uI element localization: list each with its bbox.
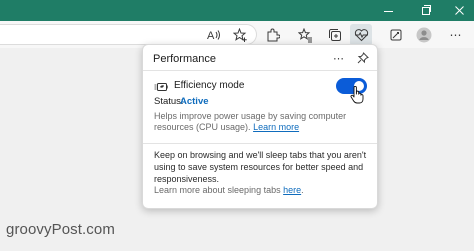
close-icon [454,6,464,15]
read-aloud-button[interactable]: A [203,24,225,46]
collections-button[interactable] [324,24,346,46]
more-options-icon: ⋯ [449,28,463,42]
minimize-icon [383,10,393,12]
more-options-icon: ⋯ [333,52,345,65]
sleeping-tabs-text: Keep on browsing and we'll sleep tabs th… [154,150,367,184]
extensions-icon [267,28,280,42]
efficiency-mode-label: Efficiency mode [174,80,245,91]
screenshot-button[interactable] [385,24,407,46]
pin-button[interactable] [355,50,371,66]
favorites-button[interactable] [294,24,316,46]
efficiency-help-text: Helps improve power usage by saving comp… [154,111,374,133]
sleeping-tabs-learn-suffix: . [301,185,304,195]
sleeping-tabs-learn-prefix: Learn more about sleeping tabs [154,185,281,195]
add-favorite-icon [232,27,247,42]
favorites-icon [297,27,312,42]
close-button[interactable] [442,0,474,21]
minimize-button[interactable] [371,0,405,21]
divider [143,70,377,71]
performance-heart-icon [354,29,368,42]
screenshot-icon [390,29,402,41]
profile-button[interactable] [413,24,435,46]
learn-more-link[interactable]: Learn more [253,122,299,132]
efficiency-battery-icon [154,83,168,91]
flyout-more-button[interactable]: ⋯ [331,51,347,65]
performance-flyout: Performance ⋯ Efficiency mode Status: Ac… [142,44,378,209]
profile-avatar [416,27,432,43]
window-titlebar [0,0,474,21]
flyout-title: Performance [153,53,216,65]
performance-button[interactable] [350,24,372,46]
hand-cursor-icon [350,86,364,104]
extensions-button[interactable] [262,24,284,46]
divider [143,143,377,144]
pin-icon [357,52,369,64]
collections-icon [329,29,341,41]
status-value: Active [180,96,209,107]
watermark: groovyPost.com [6,221,115,238]
restore-icon [422,4,431,15]
efficiency-help-description: Helps improve power usage by saving comp… [154,111,347,132]
read-aloud-icon: A [207,30,220,42]
sleeping-tabs-here-link[interactable]: here [283,185,301,195]
restore-button[interactable] [409,0,443,21]
add-favorite-button[interactable] [229,24,251,46]
svg-text:A: A [207,30,215,42]
settings-more-button[interactable]: ⋯ [445,24,467,46]
sleeping-tabs-learn-more: Learn more about sleeping tabs here. [154,185,304,195]
